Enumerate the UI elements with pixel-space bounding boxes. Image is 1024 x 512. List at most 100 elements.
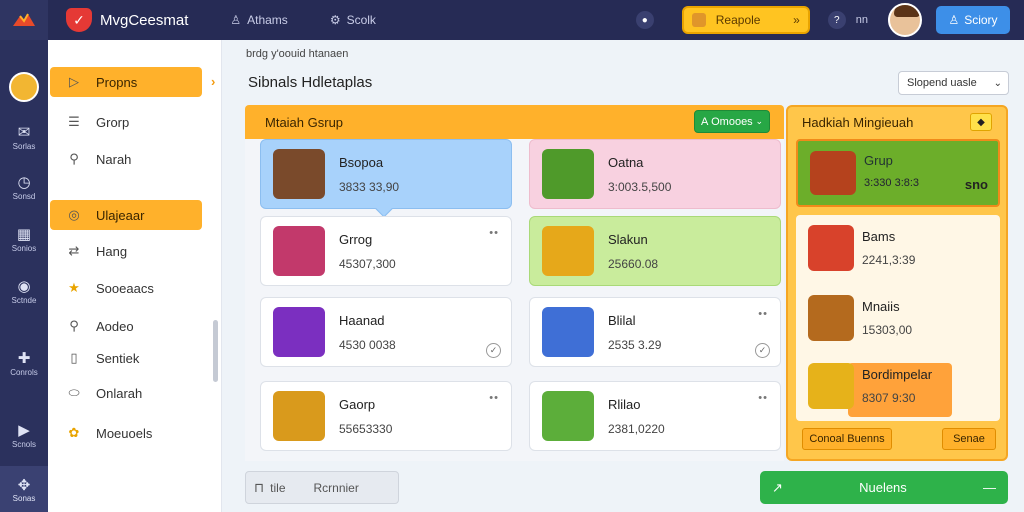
heart-icon: ✓ (66, 8, 92, 32)
rail-item-scnols[interactable]: ▶ Scnols (0, 422, 48, 449)
rail-label: Sonios (11, 244, 37, 253)
card-name: Blilal (608, 312, 636, 328)
purple-gem-thumbnail (273, 307, 325, 357)
panel-left-button[interactable]: Conoal Buenns (802, 428, 892, 450)
card-value: 2381,0220 (608, 421, 665, 436)
item-name: Mnaiis (862, 299, 900, 314)
more-icon[interactable]: •• (489, 227, 499, 239)
rail-item-conrols[interactable]: ✚ Conrols (0, 350, 48, 377)
rail-label: Sonsd (12, 192, 36, 201)
sidebar-item-propns[interactable]: ▷ Propns (50, 67, 202, 97)
panel-list-item[interactable]: Bordimpelar 8307 9:30 (804, 357, 994, 419)
user-avatar[interactable] (888, 3, 922, 37)
clock-icon: ◷ (17, 174, 31, 191)
item-value: 15303,00 (862, 323, 913, 337)
sidebar-item-label: Propns (96, 74, 138, 90)
chest-thumbnail (810, 151, 856, 195)
signin-button[interactable]: ♙ Sciory (936, 6, 1010, 34)
item-card[interactable]: Gaorp 55653330 •• (260, 381, 512, 451)
featured-badge: sno (964, 177, 988, 192)
primary-suffix: — (982, 480, 996, 495)
sidebar-item-label: Ulajeaar (96, 207, 145, 223)
sidebar-item-label: Grorp (96, 114, 130, 130)
more-icon[interactable]: •• (758, 392, 768, 404)
search-button[interactable]: Reapole » (681, 6, 810, 34)
add-group-button[interactable]: A Omooes ⌄ (694, 110, 770, 133)
swap-icon: ⇄ (68, 243, 80, 258)
sidebar-item-sooeaacs[interactable]: ★ Sooeaacs (50, 273, 202, 303)
item-card[interactable]: Bsopoa 3833 33,90 (260, 139, 512, 209)
card-name: Grrog (339, 231, 373, 247)
panel-list: Bams 2241,3:39 Mnaiis 15303,00 Bordimpel… (796, 215, 1000, 421)
notification-icon[interactable]: ● (635, 11, 654, 29)
item-card[interactable]: Oatna 3:003.5,500 (529, 139, 781, 209)
item-card[interactable]: Haanad 4530 0038 ✓ (260, 297, 512, 367)
search-icon: ⚲ (69, 151, 79, 166)
rail-item-sorlas[interactable]: ✉ Sorlas (0, 124, 48, 151)
featured-card[interactable]: Grup 3:330 3:8:3 sno (796, 139, 1000, 207)
rail-avatar[interactable] (9, 72, 39, 102)
rail-item-sonios[interactable]: ▦ Sonios (0, 226, 48, 253)
card-value: 55653330 (339, 421, 393, 436)
panel-right-button[interactable]: Senae (942, 428, 996, 450)
nav-link-athams[interactable]: ♙ Athams (230, 13, 287, 27)
rail-item-sonsd[interactable]: ◷ Sonsd (0, 174, 48, 201)
sword-thumbnail (808, 363, 854, 409)
sidebar-item-label: Aodeo (96, 318, 134, 334)
item-card[interactable]: Slakun 25660.08 (529, 216, 781, 286)
arcade-thumbnail (808, 225, 854, 271)
chevron-right-icon: › (211, 74, 216, 89)
rail-item-sctnde[interactable]: ◉ Sctnde (0, 278, 48, 305)
search-icon: ⚲ (69, 318, 79, 333)
sidebar-item-sentiek[interactable]: ▯ Sentiek (50, 343, 202, 373)
sidebar-item-label: Moeuoels (96, 425, 153, 441)
link-icon: ↗ (772, 479, 783, 495)
mail-icon: ✉ (17, 124, 31, 141)
panel-list-item[interactable]: Mnaiis 15303,00 (804, 289, 994, 351)
robot-thumbnail (542, 307, 594, 357)
app-logo[interactable]: ✓ MvgCeesmat (66, 8, 188, 32)
tag-icon[interactable]: ◆ (970, 113, 992, 131)
nav-link-label: Scolk (346, 13, 376, 27)
sidebar-item-hang[interactable]: ⇄ Hang (50, 236, 202, 266)
sidebar-menu: ▷ Propns ☰ Grorp ⚲ Narah ◎ Ulajeaar ⇄ Ha… (48, 40, 222, 512)
person-icon: ♙ (230, 13, 242, 27)
list-icon: ☰ (68, 114, 80, 129)
more-icon[interactable]: •• (758, 308, 768, 320)
sidebar-item-label: Sentiek (96, 350, 140, 366)
secondary-button[interactable]: ⊓ tile Rcrnnier (245, 471, 399, 504)
character-thumbnail (273, 149, 325, 199)
card-name: Bsopoa (339, 154, 384, 170)
sort-select[interactable]: Slopend uasle ⌄ (898, 71, 1009, 95)
check-icon[interactable]: ✓ (486, 343, 501, 358)
lock-icon: ⊓ (254, 479, 265, 495)
sidebar-item-narah[interactable]: ⚲ Narah (50, 144, 202, 174)
sidebar-item-label: Onlarah (96, 385, 143, 401)
app-menu-button[interactable] (0, 0, 48, 40)
sidebar-item-moeuoels[interactable]: ✿ Moeuoels (50, 418, 202, 448)
add-label: Omooes (711, 115, 753, 128)
sidebar-item-aodeo[interactable]: ⚲ Aodeo (50, 311, 202, 341)
sidebar-item-grorp[interactable]: ☰ Grorp (50, 107, 202, 137)
sidebar-item-ulajeaar[interactable]: ◎ Ulajeaar (50, 200, 202, 230)
chest-thumbnail (542, 149, 594, 199)
item-card[interactable]: Rlilao 2381,0220 •• (529, 381, 781, 451)
check-icon[interactable]: ✓ (755, 343, 770, 358)
panel-list-item[interactable]: Bams 2241,3:39 (804, 219, 994, 281)
language-label[interactable]: nn (856, 14, 868, 26)
sidebar-item-label: Narah (96, 151, 132, 167)
more-icon[interactable]: •• (489, 392, 499, 404)
card-name: Haanad (339, 312, 385, 328)
sidebar-scrollbar[interactable] (213, 320, 218, 382)
item-card[interactable]: Blilal 2535 3.29 •• ✓ (529, 297, 781, 367)
rail-label: Sorlas (12, 142, 36, 151)
item-card[interactable]: Grrog 45307,300 •• (260, 216, 512, 286)
secondary-label: tile (270, 480, 286, 495)
rail-label: Conrols (10, 368, 38, 377)
add-prefix: A (701, 115, 709, 128)
sidebar-item-onlarah[interactable]: ⬭ Onlarah (50, 378, 202, 408)
help-icon[interactable]: ? (827, 11, 846, 29)
primary-button[interactable]: ↗ Nuelens — (760, 471, 1008, 504)
rail-item-sonas[interactable]: ✥ Sonas (0, 466, 48, 512)
nav-link-scolk[interactable]: ⚙ Scolk (330, 13, 376, 27)
